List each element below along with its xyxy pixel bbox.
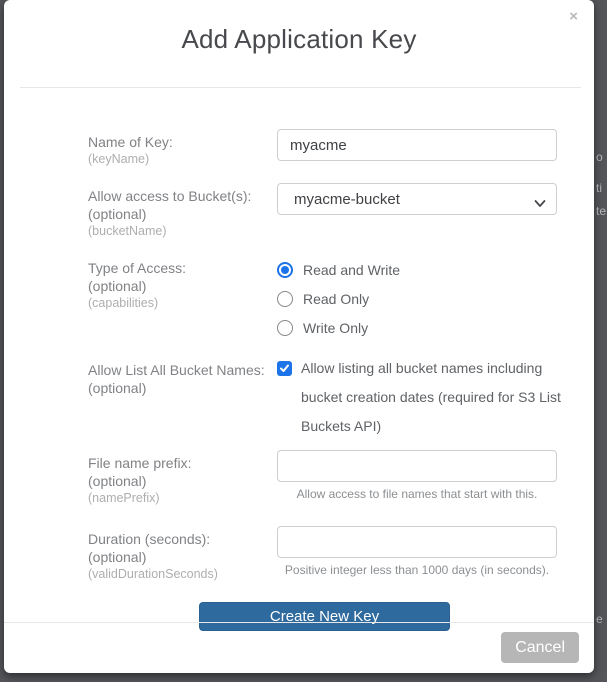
modal-body: Name of Key: (keyName) Allow access to B…: [4, 88, 594, 631]
name-prefix-input[interactable]: [277, 450, 557, 482]
bucket-optional-label: (optional): [88, 205, 277, 223]
bucket-select-value: myacme-bucket: [294, 191, 400, 208]
modal-header: × Add Application Key: [4, 0, 594, 88]
radio-unselected-icon: [277, 291, 293, 307]
page-title: Add Application Key: [4, 22, 594, 56]
background-page-fragment: te: [596, 204, 606, 218]
form-row-duration: Duration (seconds): (optional) (validDur…: [88, 526, 561, 583]
radio-selected-icon: [277, 262, 293, 278]
access-type-label: Type of Access:: [88, 259, 277, 277]
name-prefix-optional-label: (optional): [88, 472, 277, 490]
bucket-label: Allow access to Bucket(s):: [88, 187, 277, 205]
form-row-key-name: Name of Key: (keyName): [88, 129, 561, 168]
background-page-fragment: o: [596, 150, 603, 164]
access-type-sublabel: (capabilities): [88, 295, 277, 312]
list-buckets-optional-label: (optional): [88, 379, 277, 397]
radio-write-only[interactable]: Write Only: [277, 313, 561, 342]
duration-label: Duration (seconds):: [88, 530, 277, 548]
modal-footer: Cancel: [4, 622, 594, 673]
modal-backdrop: o ti te e × Add Application Key Name of …: [0, 0, 607, 682]
duration-input[interactable]: [277, 526, 557, 558]
form-row-name-prefix: File name prefix: (optional) (namePrefix…: [88, 450, 561, 507]
checkbox-checked-icon[interactable]: [277, 361, 292, 376]
list-buckets-label: Allow List All Bucket Names:: [88, 361, 277, 379]
access-type-optional-label: (optional): [88, 277, 277, 295]
list-buckets-checkbox-row: Allow listing all bucket names including…: [277, 357, 561, 441]
key-name-sublabel: (keyName): [88, 151, 277, 168]
list-buckets-description: Allow listing all bucket names including…: [301, 354, 561, 441]
duration-sublabel: (validDurationSeconds): [88, 566, 277, 583]
form-row-access-type: Type of Access: (optional) (capabilities…: [88, 255, 561, 342]
chevron-down-icon: [534, 195, 546, 213]
form-row-bucket: Allow access to Bucket(s): (optional) (b…: [88, 183, 561, 240]
form-row-list-buckets: Allow List All Bucket Names: (optional) …: [88, 357, 561, 441]
cancel-button[interactable]: Cancel: [501, 632, 579, 663]
duration-hint: Positive integer less than 1000 days (in…: [277, 563, 557, 577]
background-page-fragment: e: [596, 612, 603, 626]
close-icon[interactable]: ×: [569, 9, 578, 24]
duration-optional-label: (optional): [88, 548, 277, 566]
radio-read-and-write[interactable]: Read and Write: [277, 255, 561, 284]
bucket-select[interactable]: myacme-bucket: [277, 183, 557, 215]
radio-read-only[interactable]: Read Only: [277, 284, 561, 313]
header-divider: [20, 87, 581, 88]
name-prefix-hint: Allow access to file names that start wi…: [277, 487, 557, 501]
add-application-key-modal: × Add Application Key Name of Key: (keyN…: [4, 0, 594, 673]
name-prefix-label: File name prefix:: [88, 454, 277, 472]
bucket-sublabel: (bucketName): [88, 223, 277, 240]
key-name-input[interactable]: [277, 129, 557, 161]
radio-unselected-icon: [277, 320, 293, 336]
name-prefix-sublabel: (namePrefix): [88, 490, 277, 507]
background-page-fragment: ti: [596, 181, 602, 195]
key-name-label: Name of Key:: [88, 133, 277, 151]
